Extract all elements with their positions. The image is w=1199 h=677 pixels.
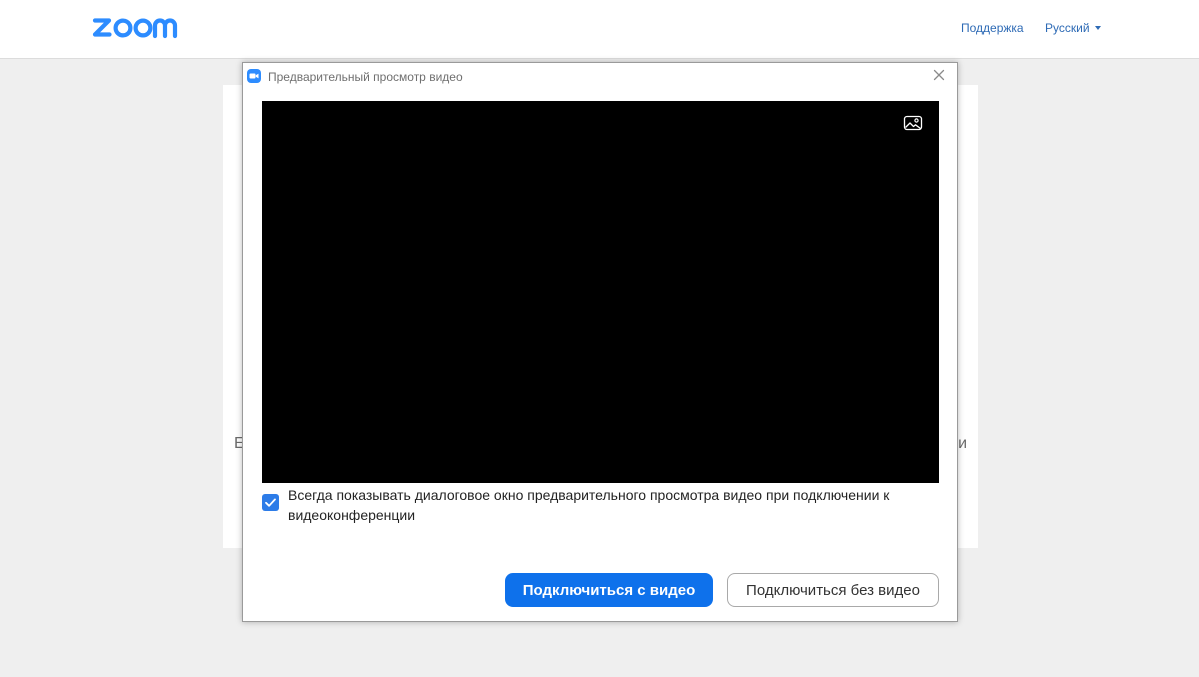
join-with-video-button[interactable]: Подключиться с видео: [505, 573, 713, 607]
join-without-video-button[interactable]: Подключиться без видео: [727, 573, 939, 607]
image-background-icon[interactable]: [903, 115, 923, 131]
top-navigation-bar: Поддержка Русский: [0, 0, 1199, 59]
close-icon[interactable]: [932, 68, 946, 82]
zoom-logo[interactable]: [92, 12, 192, 44]
always-show-preview-label[interactable]: Всегда показывать диалоговое окно предва…: [288, 485, 938, 525]
language-selector[interactable]: Русский: [1045, 21, 1101, 35]
background-text-fragment-right: и: [958, 435, 967, 452]
always-show-preview-checkbox[interactable]: [262, 494, 279, 511]
dialog-titlebar[interactable]: Предварительный просмотр видео: [243, 63, 957, 91]
support-link[interactable]: Поддержка: [961, 21, 1024, 35]
language-selector-label: Русский: [1045, 21, 1090, 35]
caret-down-icon: [1094, 25, 1101, 30]
video-preview-dialog: Предварительный просмотр видео Всегда по…: [242, 62, 958, 622]
zoom-app-icon: [247, 69, 261, 83]
video-preview: [262, 101, 939, 483]
dialog-title: Предварительный просмотр видео: [268, 70, 463, 84]
